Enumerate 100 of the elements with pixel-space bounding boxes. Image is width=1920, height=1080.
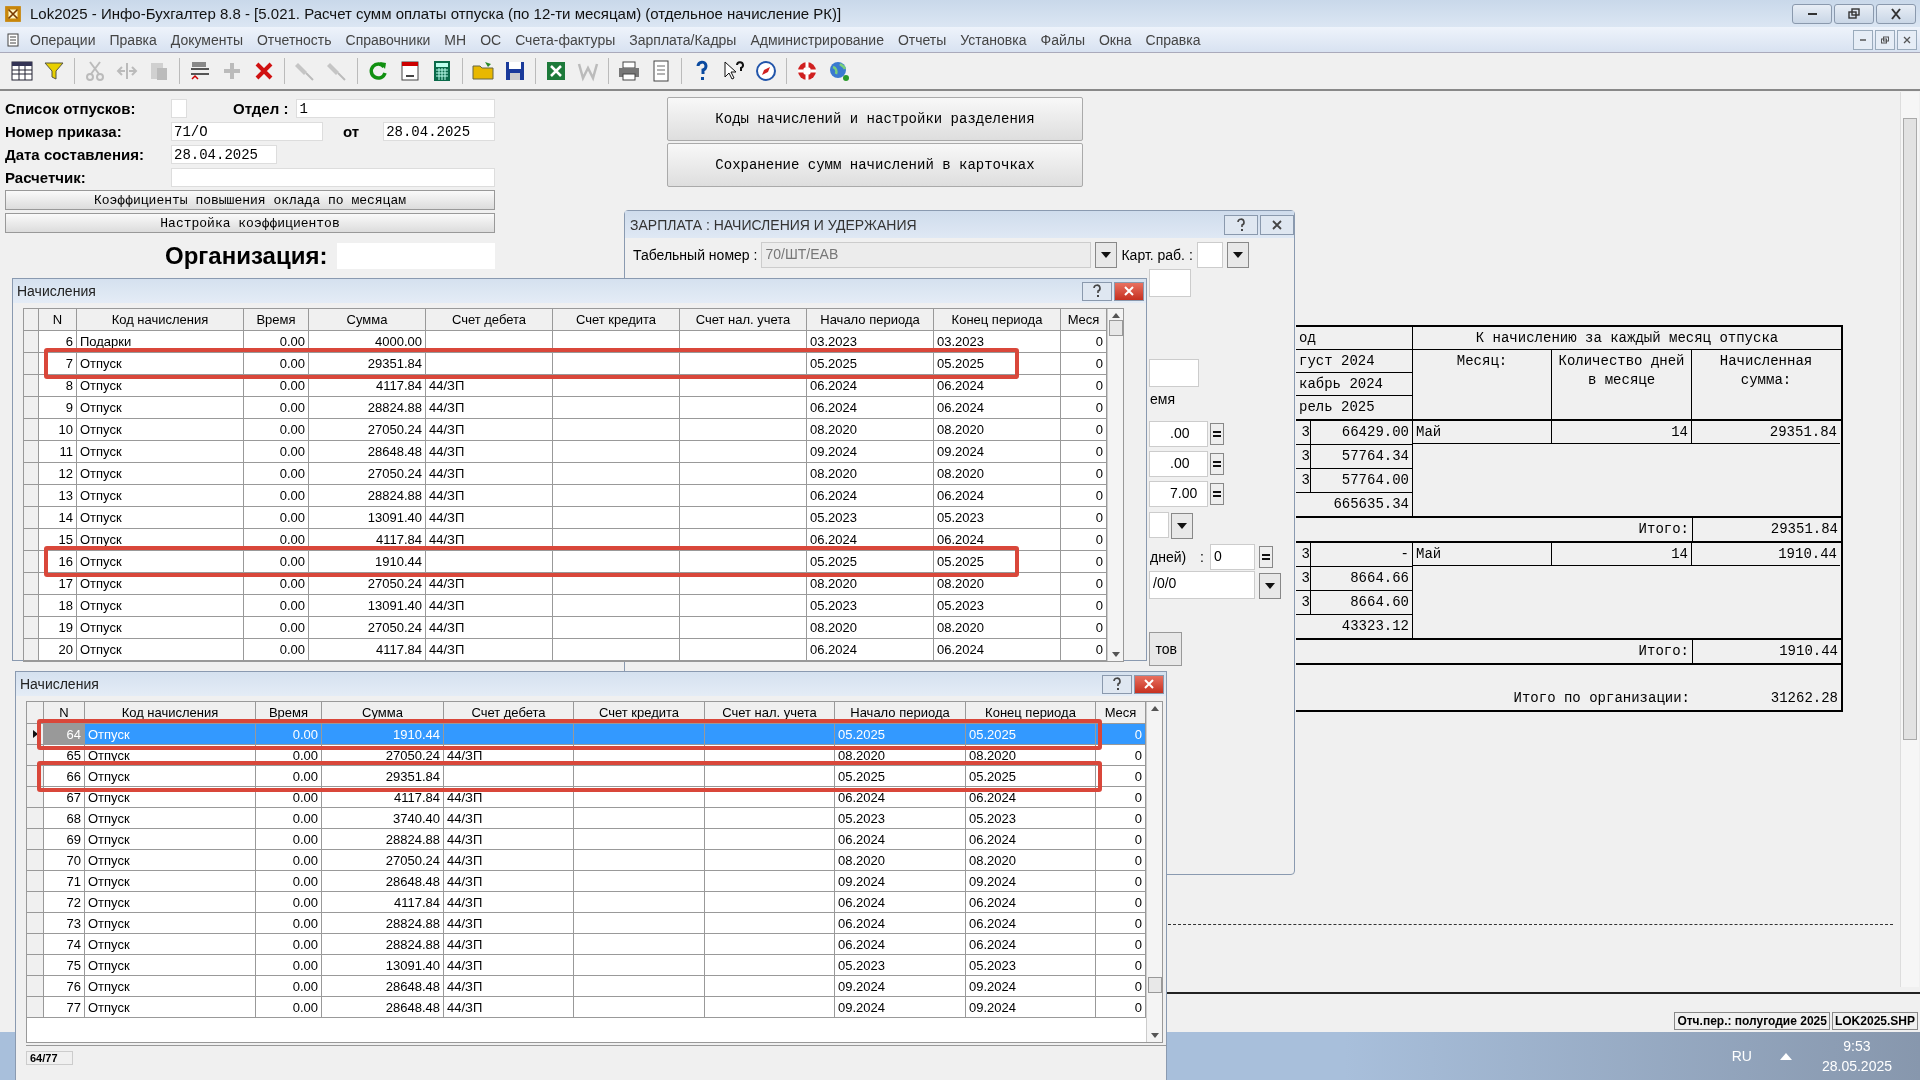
table-row[interactable]: 18 Отпуск 0.00 13091.40 44/ЗП 05.2023 05.2023 0 xyxy=(24,595,1107,617)
table-row[interactable]: 75 Отпуск 0.00 13091.40 44/ЗП 05.2023 05.2023 0 xyxy=(27,955,1146,976)
minimize-button[interactable] xyxy=(1792,3,1832,24)
table-row[interactable]: 66 Отпуск 0.00 29351.84 05.2025 05.2025 0 xyxy=(27,766,1146,787)
table-row[interactable]: 10 Отпуск 0.00 27050.24 44/ЗП 08.2020 08.2020 0 xyxy=(24,419,1107,441)
menu-item[interactable]: Администрирование xyxy=(750,31,884,48)
table-row[interactable]: 14 Отпуск 0.00 13091.40 44/ЗП 05.2023 05.2023 0 xyxy=(24,507,1107,529)
menu-item[interactable]: Установка xyxy=(960,31,1027,48)
dropdown-button[interactable] xyxy=(1226,242,1249,268)
table-row[interactable]: 19 Отпуск 0.00 27050.24 44/ЗП 08.2020 08.2020 0 xyxy=(24,617,1107,639)
table-row[interactable]: 12 Отпуск 0.00 27050.24 44/ЗП 08.2020 08.2020 0 xyxy=(24,463,1107,485)
department-field[interactable]: 1 xyxy=(296,98,495,118)
table-row[interactable]: 16 Отпуск 0.00 1910.44 05.2025 05.2025 0 xyxy=(24,551,1107,573)
scroll-down-icon[interactable] xyxy=(1111,652,1120,657)
scissors-icon[interactable] xyxy=(83,59,107,83)
column-header[interactable]: Время xyxy=(244,309,309,331)
menu-item[interactable]: Отчетность xyxy=(256,31,332,48)
action-button[interactable]: Сохранение сумм начислений в карточках xyxy=(667,143,1083,187)
menu-item[interactable]: Зарплата/Кадры xyxy=(629,31,737,48)
table-row[interactable]: 17 Отпуск 0.00 27050.24 44/ЗП 08.2020 08.2020 0 xyxy=(24,573,1107,595)
lifebuoy-icon[interactable] xyxy=(795,59,819,83)
input-field[interactable] xyxy=(1149,269,1191,297)
equals-button[interactable] xyxy=(1259,546,1273,568)
table-icon[interactable] xyxy=(10,59,34,83)
menu-item[interactable]: Справка xyxy=(1145,31,1201,48)
table-row[interactable]: 77 Отпуск 0.00 28648.48 44/ЗП 09.2024 09.2024 0 xyxy=(27,997,1146,1018)
card-field[interactable] xyxy=(1196,242,1223,268)
table-row[interactable]: 9 Отпуск 0.00 28824.88 44/ЗП 06.2024 06.2024 0 xyxy=(24,397,1107,419)
help-button[interactable] xyxy=(1102,674,1132,694)
table-row[interactable]: 6 Подарки 0.00 4000.00 03.2023 03.2023 0 xyxy=(24,331,1107,353)
dropdown-button[interactable] xyxy=(1171,513,1193,539)
order-number-field[interactable]: 71/О xyxy=(171,121,323,141)
scroll-down-icon[interactable] xyxy=(1150,1033,1159,1038)
menu-item[interactable]: ОС xyxy=(480,31,502,48)
table-row[interactable]: 69 Отпуск 0.00 28824.88 44/ЗП 06.2024 06.2024 0 xyxy=(27,829,1146,850)
column-header[interactable]: Код начисления xyxy=(77,309,244,331)
scrollbar[interactable] xyxy=(1146,702,1162,1042)
spreadsheet-icon[interactable] xyxy=(544,59,568,83)
table-row[interactable]: 73 Отпуск 0.00 28824.88 44/ЗП 06.2024 06.2024 0 xyxy=(27,913,1146,934)
scroll-up-icon[interactable] xyxy=(1111,313,1120,318)
list-field[interactable] xyxy=(171,98,187,118)
scrollbar[interactable] xyxy=(1900,92,1919,987)
menu-item[interactable]: Счета-фактуры xyxy=(515,31,616,48)
close-button[interactable] xyxy=(1876,3,1916,24)
equals-button[interactable] xyxy=(1210,423,1224,445)
table-row[interactable]: 67 Отпуск 0.00 4117.84 44/ЗП 06.2024 06.2024 0 xyxy=(27,787,1146,808)
globe-icon[interactable] xyxy=(827,59,851,83)
form-button[interactable]: Коэффициенты повышения оклада по месяцам xyxy=(5,190,495,210)
menu-item[interactable]: Отчеты xyxy=(897,31,947,48)
column-header[interactable]: N xyxy=(39,309,77,331)
input-field[interactable]: .00 xyxy=(1149,451,1208,477)
close-button[interactable] xyxy=(1260,214,1294,235)
column-header[interactable]: Сумма xyxy=(309,309,426,331)
menu-item[interactable]: Правка xyxy=(109,31,157,48)
close-button[interactable] xyxy=(1897,29,1917,50)
table-row[interactable]: 70 Отпуск 0.00 27050.24 44/ЗП 08.2020 08.2020 0 xyxy=(27,850,1146,871)
printer-icon[interactable] xyxy=(617,59,641,83)
help-button[interactable] xyxy=(1224,214,1258,235)
table-row[interactable]: 13 Отпуск 0.00 28824.88 44/ЗП 06.2024 06.2024 0 xyxy=(24,485,1107,507)
scroll-thumb[interactable] xyxy=(1108,320,1123,336)
equals-button[interactable] xyxy=(1210,483,1224,505)
action-button[interactable]: Коды начислений и настройки разделения xyxy=(667,97,1083,141)
menu-item[interactable]: Окна xyxy=(1099,31,1132,48)
scrollbar[interactable] xyxy=(1107,309,1123,661)
folder-icon[interactable] xyxy=(471,59,495,83)
restore-button[interactable] xyxy=(1875,29,1895,50)
menu-item[interactable]: Документы xyxy=(170,31,243,48)
table-row[interactable]: 11 Отпуск 0.00 28648.48 44/ЗП 09.2024 09.2024 0 xyxy=(24,441,1107,463)
scroll-thumb[interactable] xyxy=(1903,118,1917,740)
table-row[interactable]: 20 Отпуск 0.00 4117.84 44/ЗП 06.2024 06.2024 0 xyxy=(24,639,1107,661)
employee-number-field[interactable]: 70/ШТ/ЕАВ xyxy=(761,242,1092,268)
table-row[interactable]: 7 Отпуск 0.00 29351.84 05.2025 05.2025 0 xyxy=(24,353,1107,375)
table-row[interactable]: 68 Отпуск 0.00 3740.40 44/ЗП 05.2023 05.2023 0 xyxy=(27,808,1146,829)
input-field[interactable] xyxy=(1149,359,1199,387)
close-button[interactable] xyxy=(1134,674,1164,694)
table-row[interactable]: 15 Отпуск 0.00 4117.84 44/ЗП 06.2024 06.2024 0 xyxy=(24,529,1107,551)
table-row[interactable]: 71 Отпуск 0.00 28648.48 44/ЗП 09.2024 09.2024 0 xyxy=(27,871,1146,892)
table-row[interactable]: 72 Отпуск 0.00 4117.84 44/ЗП 06.2024 06.2024 0 xyxy=(27,892,1146,913)
column-header[interactable]: Счет кредита xyxy=(553,309,680,331)
days-field[interactable]: 0 xyxy=(1210,544,1255,570)
help-button[interactable] xyxy=(1082,281,1112,301)
menu-item[interactable]: Файлы xyxy=(1040,31,1085,48)
dialog-button[interactable]: тов xyxy=(1149,632,1182,666)
form-button[interactable]: Настройка коэффициентов xyxy=(5,213,495,233)
code-field[interactable]: /0/0 xyxy=(1149,571,1255,599)
column-header[interactable]: Начало периода xyxy=(807,309,934,331)
dropdown-button[interactable] xyxy=(1259,573,1281,599)
date-field[interactable]: 28.04.2025 xyxy=(171,144,277,164)
restore-button[interactable] xyxy=(1834,3,1874,24)
column-header[interactable]: Конец периода xyxy=(934,309,1061,331)
input-field[interactable]: 7.00 xyxy=(1149,481,1208,507)
table-row[interactable]: 65 Отпуск 0.00 27050.24 44/ЗП 08.2020 08.2020 0 xyxy=(27,745,1146,766)
equals-button[interactable] xyxy=(1210,453,1224,475)
scroll-thumb[interactable] xyxy=(1147,977,1162,993)
order-date-field[interactable]: 28.04.2025 xyxy=(383,121,495,141)
menu-item[interactable]: Операции xyxy=(30,31,96,48)
table-row[interactable]: 74 Отпуск 0.00 28824.88 44/ЗП 06.2024 06.2024 0 xyxy=(27,934,1146,955)
calendar-icon[interactable] xyxy=(398,59,422,83)
input-field[interactable]: .00 xyxy=(1149,421,1208,447)
column-header[interactable]: Счет дебета xyxy=(426,309,553,331)
